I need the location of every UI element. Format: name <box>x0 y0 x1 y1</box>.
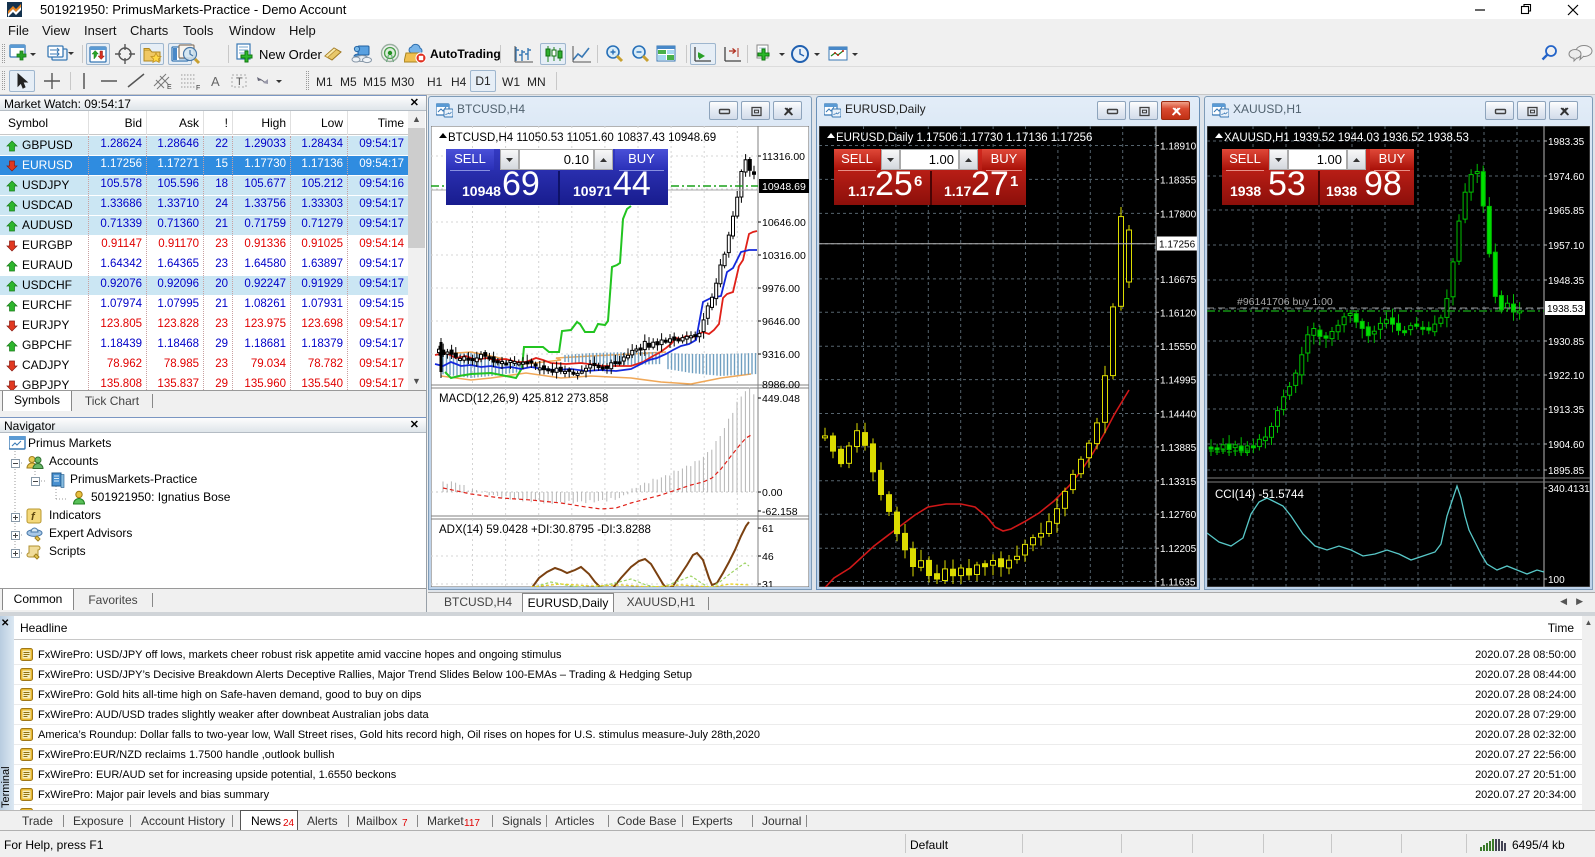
svg-text:F: F <box>196 85 200 92</box>
svg-text:11316.00: 11316.00 <box>762 151 805 163</box>
svg-text:9646.00: 9646.00 <box>762 316 800 328</box>
svg-text:1.18355: 1.18355 <box>1160 175 1197 186</box>
svg-text:1.11635: 1.11635 <box>1160 578 1196 588</box>
svg-text:-62.158: -62.158 <box>762 506 798 518</box>
svg-text:1922.10: 1922.10 <box>1548 371 1585 382</box>
svg-text:#96141706 buy 1.00: #96141706 buy 1.00 <box>1237 296 1333 308</box>
svg-text:31: 31 <box>762 579 774 587</box>
svg-text:1.18910: 1.18910 <box>1160 142 1197 153</box>
svg-text:CCI(14) -51.5744: CCI(14) -51.5744 <box>1215 489 1304 501</box>
svg-text:1.14440: 1.14440 <box>1160 410 1197 421</box>
svg-text:A: A <box>211 74 220 89</box>
svg-text:1895.85: 1895.85 <box>1548 466 1585 477</box>
svg-text:340.4131: 340.4131 <box>1548 484 1590 495</box>
svg-text:1.12760: 1.12760 <box>1160 510 1197 521</box>
svg-text:100: 100 <box>1548 575 1565 586</box>
svg-text:1.17256: 1.17256 <box>1159 240 1196 251</box>
svg-text:1974.60: 1974.60 <box>1548 172 1585 183</box>
svg-text:46: 46 <box>762 551 774 563</box>
svg-text:1904.60: 1904.60 <box>1548 440 1585 451</box>
svg-text:0.00: 0.00 <box>762 487 783 499</box>
svg-text:1948.35: 1948.35 <box>1548 276 1585 287</box>
svg-text:1983.35: 1983.35 <box>1548 137 1585 148</box>
svg-text:1.17800: 1.17800 <box>1160 209 1197 220</box>
svg-text:MACD(12,26,9) 425.812 273.858: MACD(12,26,9) 425.812 273.858 <box>439 393 608 405</box>
svg-text:1938.53: 1938.53 <box>1547 304 1584 315</box>
svg-text:9976.00: 9976.00 <box>762 283 800 295</box>
svg-text:1930.85: 1930.85 <box>1548 337 1585 348</box>
svg-text:1.13885: 1.13885 <box>1160 443 1197 454</box>
svg-text:449.048: 449.048 <box>762 393 800 405</box>
svg-text:1.16675: 1.16675 <box>1160 275 1197 286</box>
svg-text:1957.10: 1957.10 <box>1548 241 1585 252</box>
svg-text:BTCUSD,H4 11050.53 11051.60 1: BTCUSD,H4 11050.53 11051.60 10837.43 109… <box>448 132 716 144</box>
svg-text:EURUSD,Daily 1.17506 1.17730: EURUSD,Daily 1.17506 1.17730 1.17136 1.1… <box>836 132 1092 144</box>
svg-text:ADX(14) 59.0428 +DI:30.8795 -D: ADX(14) 59.0428 +DI:30.8795 -DI:3.8288 <box>439 524 651 536</box>
svg-text:1913.35: 1913.35 <box>1548 405 1585 416</box>
svg-text:E: E <box>167 84 172 91</box>
svg-text:T: T <box>236 76 243 88</box>
svg-text:1.12205: 1.12205 <box>1160 544 1197 555</box>
svg-text:1.16120: 1.16120 <box>1160 308 1197 319</box>
svg-text:1.14995: 1.14995 <box>1160 376 1197 387</box>
svg-text:61: 61 <box>762 523 774 535</box>
svg-text:10948.69: 10948.69 <box>762 181 806 193</box>
svg-text:9316.00: 9316.00 <box>762 349 800 361</box>
svg-text:10316.00: 10316.00 <box>762 250 806 262</box>
svg-text:1.13315: 1.13315 <box>1160 477 1197 488</box>
svg-text:1965.85: 1965.85 <box>1548 206 1585 217</box>
svg-text:8986.00: 8986.00 <box>762 379 800 391</box>
svg-text:XAUUSD,H1 1939.52 1944.03 193: XAUUSD,H1 1939.52 1944.03 1936.52 1938.5… <box>1224 132 1469 144</box>
svg-text:1.15550: 1.15550 <box>1160 342 1197 353</box>
svg-text:10646.00: 10646.00 <box>762 217 806 229</box>
